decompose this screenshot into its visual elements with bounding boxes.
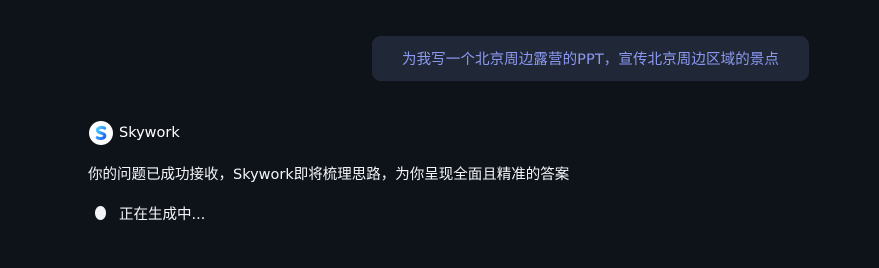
loading-dot-icon: [95, 206, 106, 220]
user-message-bubble: 为我写一个北京周边露营的PPT，宣传北京周边区域的景点: [372, 36, 809, 81]
skywork-logo-icon: [89, 121, 113, 145]
user-message-text: 为我写一个北京周边露营的PPT，宣传北京周边区域的景点: [401, 52, 780, 68]
generation-status: 正在生成中...: [95, 202, 205, 224]
assistant-header: Skywork: [89, 121, 180, 145]
assistant-response-text: 你的问题已成功接收，Skywork即将梳理思路，为你呈现全面且精准的答案: [88, 167, 570, 183]
generation-status-text: 正在生成中...: [119, 206, 206, 223]
assistant-name: Skywork: [119, 125, 180, 141]
